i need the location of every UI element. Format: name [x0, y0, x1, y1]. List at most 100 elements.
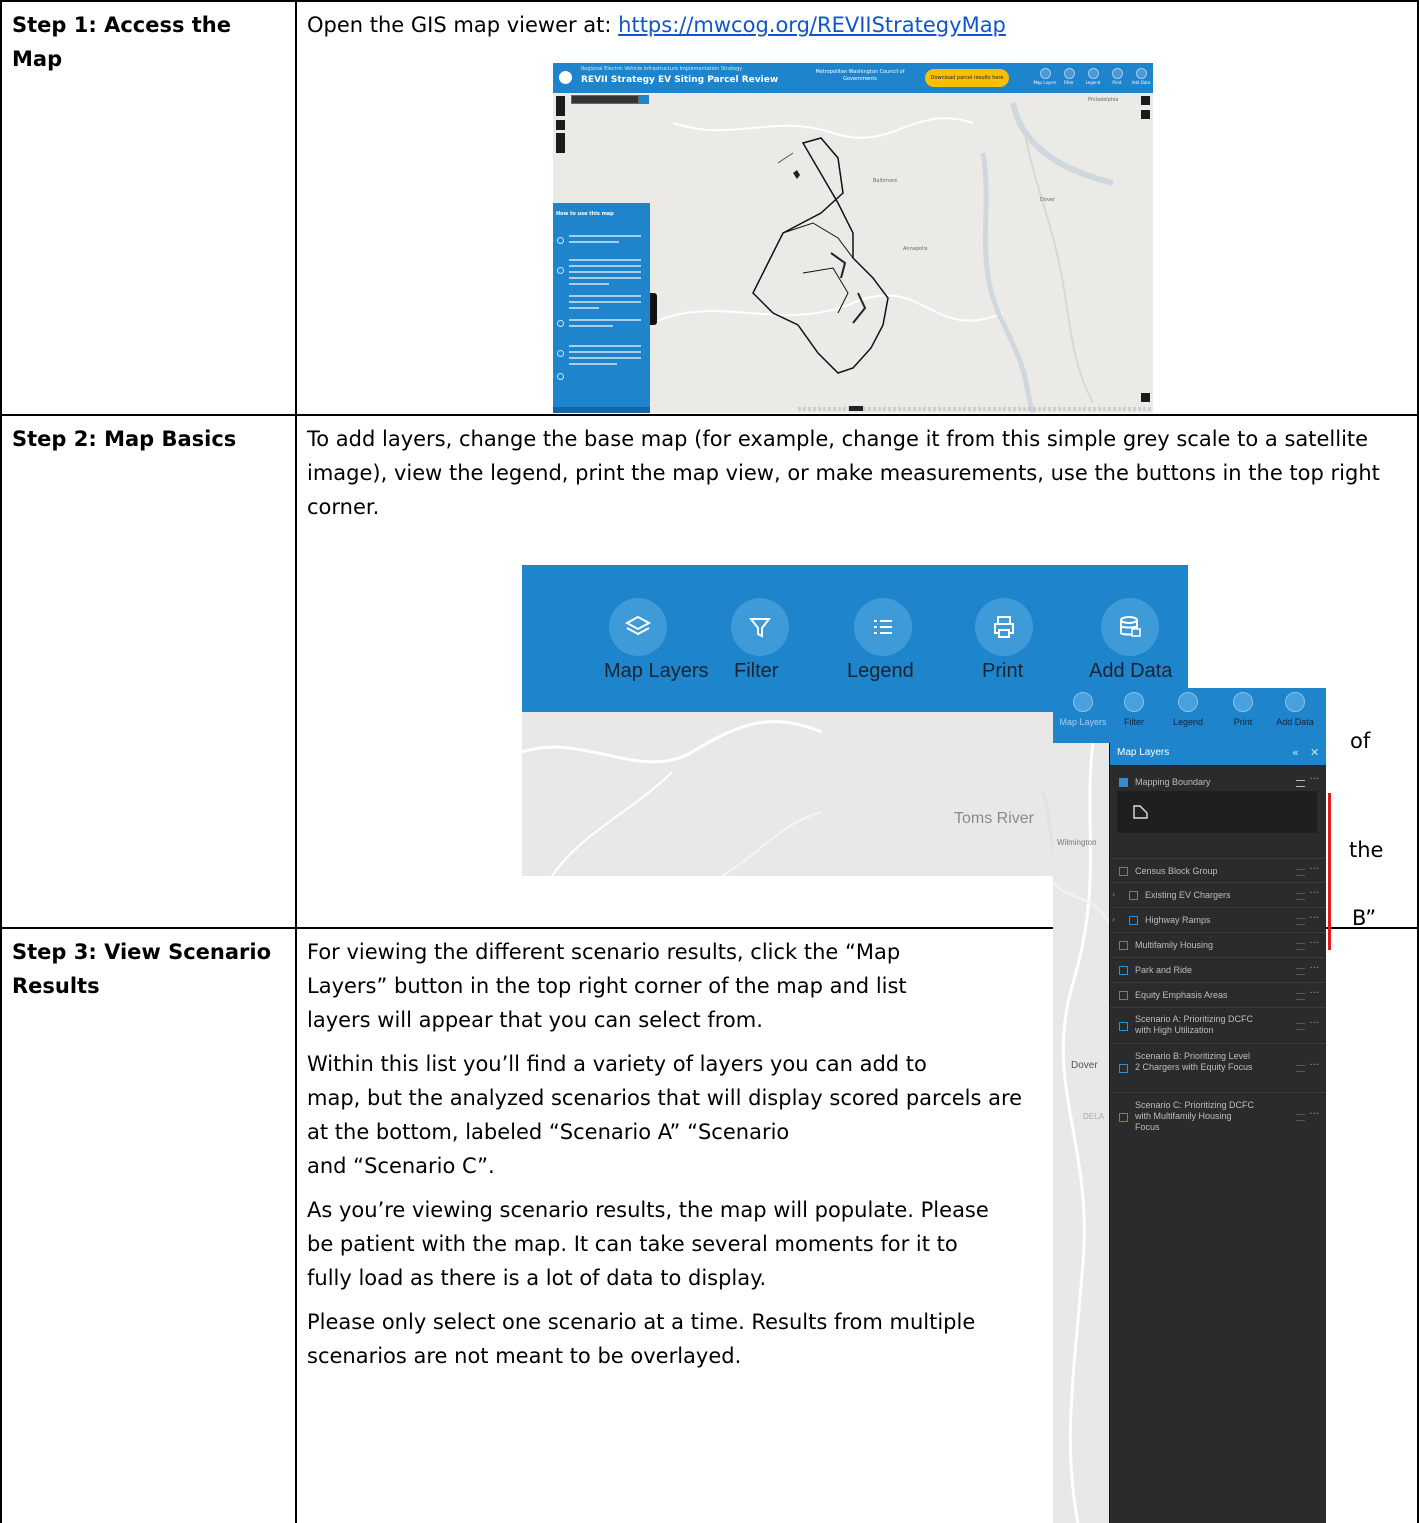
more-options-icon[interactable]: ··· [1309, 864, 1319, 875]
add-data-label: Add Data [1089, 660, 1173, 682]
legend-icon [1087, 68, 1099, 79]
filter-icon [1124, 692, 1144, 712]
viewer-add-data-button[interactable]: Add Data [1129, 66, 1153, 92]
close-icon[interactable]: ✕ [1310, 746, 1319, 759]
expand-icon[interactable]: › [1112, 915, 1115, 924]
database-icon [1101, 598, 1159, 656]
more-options-icon[interactable]: ··· [1309, 963, 1319, 974]
more-options-icon[interactable]: ··· [1309, 774, 1319, 785]
layer-checkbox-scenario-c[interactable] [1119, 1113, 1128, 1122]
legend-label: Legend [847, 660, 914, 682]
panel-legend-button[interactable]: Legend [1163, 692, 1213, 729]
step-1-label: Step 1: Access the Map [0, 0, 297, 416]
layer-menu-icon[interactable] [1296, 1065, 1305, 1072]
layer-checkbox[interactable] [1119, 991, 1128, 1000]
layer-menu-icon[interactable] [1296, 780, 1305, 787]
city-toms-river: Toms River [954, 810, 1035, 827]
more-options-icon[interactable]: ··· [1309, 1109, 1319, 1120]
collapse-icon[interactable]: « [1292, 746, 1299, 759]
layers-icon [557, 237, 564, 244]
viewer-legend-button[interactable]: Legend [1081, 66, 1105, 92]
layer-checkbox-mapping-boundary[interactable] [1119, 778, 1128, 787]
layer-checkbox[interactable] [1129, 891, 1138, 900]
layers-icon [1039, 68, 1051, 79]
panel-print-button[interactable]: Print [1218, 692, 1268, 729]
city-philadelphia: Philadelphia [1088, 97, 1119, 103]
more-options-icon[interactable]: ··· [1309, 888, 1319, 899]
viewer-map-layers-button[interactable]: Map Layers [1033, 66, 1057, 92]
panel-footer [553, 407, 650, 413]
layer-menu-icon[interactable] [1296, 918, 1305, 925]
viewer-filter-button[interactable]: Filter [1057, 66, 1081, 92]
home-icon[interactable] [556, 120, 565, 130]
layers-icon [609, 598, 667, 656]
layer-checkbox[interactable] [1119, 941, 1128, 950]
layer-menu-icon[interactable] [1296, 943, 1305, 950]
more-options-icon[interactable]: ··· [1309, 1018, 1319, 1029]
step-3-word-of: of [1350, 729, 1371, 753]
layer-checkbox-scenario-b[interactable] [1119, 1064, 1128, 1073]
panel-filter-button[interactable]: Filter [1109, 692, 1159, 729]
step-1-intro: Open the GIS map viewer at: [307, 13, 619, 37]
print-label: Print [982, 660, 1024, 682]
layer-menu-icon[interactable] [1296, 869, 1305, 876]
layer-menu-icon[interactable] [1296, 968, 1305, 975]
more-options-icon[interactable]: ··· [1309, 1060, 1319, 1071]
layer-row-census-block-group[interactable]: Census Block Group ··· [1110, 858, 1326, 883]
expand-icon[interactable]: › [1112, 890, 1115, 899]
map-viewer-screenshot: Regional Electric Vehicle Infrastructure… [553, 63, 1153, 413]
viewer-print-button[interactable]: Print [1105, 66, 1129, 92]
print-icon [1233, 692, 1253, 712]
layer-menu-icon[interactable] [1296, 1114, 1305, 1121]
attribution-toggle-icon[interactable] [1141, 393, 1150, 402]
legend-icon [1178, 692, 1198, 712]
layer-menu-icon[interactable] [1296, 993, 1305, 1000]
viewer-search-input[interactable] [571, 95, 639, 104]
filter-icon [731, 598, 789, 656]
mwcog-logo-icon [559, 71, 572, 84]
panel-add-data-button[interactable]: Add Data [1270, 692, 1320, 729]
layer-row-multifamily-housing[interactable]: Multifamily Housing ··· [1110, 933, 1326, 958]
how-to-title: How to use this map [556, 211, 614, 217]
layer-checkbox-scenario-a[interactable] [1119, 1022, 1128, 1031]
more-options-icon[interactable]: ··· [1309, 938, 1319, 949]
layer-row-highway-ramps[interactable]: › Highway Ramps ··· [1110, 908, 1326, 933]
database-icon [1135, 68, 1147, 79]
download-parcel-button[interactable]: Download parcel results here [925, 69, 1009, 87]
layer-checkbox[interactable] [1119, 867, 1128, 876]
locate-icon[interactable] [556, 133, 565, 153]
panel-map-layers-button[interactable]: Map Layers [1058, 692, 1108, 729]
zoom-in-out-control[interactable] [556, 96, 565, 116]
scale-bar [849, 406, 863, 411]
panel-collapse-handle[interactable] [650, 293, 657, 325]
layer-row-park-and-ride[interactable]: Park and Ride ··· [1110, 958, 1326, 983]
layer-row-scenario-c[interactable]: Scenario C: Prioritizing DCFC with Multi… [1110, 1093, 1326, 1142]
more-options-icon[interactable]: ··· [1309, 988, 1319, 999]
layer-checkbox[interactable] [1129, 916, 1138, 925]
city-annapolis: Annapolis [903, 246, 928, 252]
step-3-para-2: Within this list you’ll find a variety o… [307, 1052, 1023, 1178]
map-viewer-link[interactable]: https://mwcog.org/REVIIStrategyMap [618, 13, 1006, 37]
city-wilmington: Wilmington [1057, 838, 1097, 847]
map-layers-label: Map Layers [604, 660, 709, 682]
layer-checkbox[interactable] [1119, 966, 1128, 975]
database-icon [557, 373, 564, 380]
filter-icon [1063, 68, 1075, 79]
city-dover: Dover [1071, 1060, 1098, 1071]
layer-row-scenario-b[interactable]: Scenario B: Prioritizing Level 2 Charger… [1110, 1044, 1326, 1093]
highlight-marker [1328, 793, 1331, 950]
print-icon [1111, 68, 1123, 79]
basemap-gallery-icon[interactable] [1141, 96, 1150, 105]
print-icon [975, 598, 1033, 656]
more-options-icon[interactable]: ··· [1309, 913, 1319, 924]
legend-icon [854, 598, 912, 656]
search-icon[interactable] [639, 95, 649, 104]
layer-menu-icon[interactable] [1296, 1023, 1305, 1030]
map-layers-panel-header: Map Layers « ✕ [1110, 743, 1326, 765]
map-layers-panel-title: Map Layers [1117, 747, 1170, 758]
measure-icon[interactable] [1141, 110, 1150, 119]
layer-row-existing-ev-chargers[interactable]: › Existing EV Chargers ··· [1110, 883, 1326, 908]
layer-row-equity-emphasis-areas[interactable]: Equity Emphasis Areas ··· [1110, 983, 1326, 1008]
layer-menu-icon[interactable] [1296, 893, 1305, 900]
layer-row-scenario-a[interactable]: Scenario A: Prioritizing DCFC with High … [1110, 1008, 1326, 1044]
